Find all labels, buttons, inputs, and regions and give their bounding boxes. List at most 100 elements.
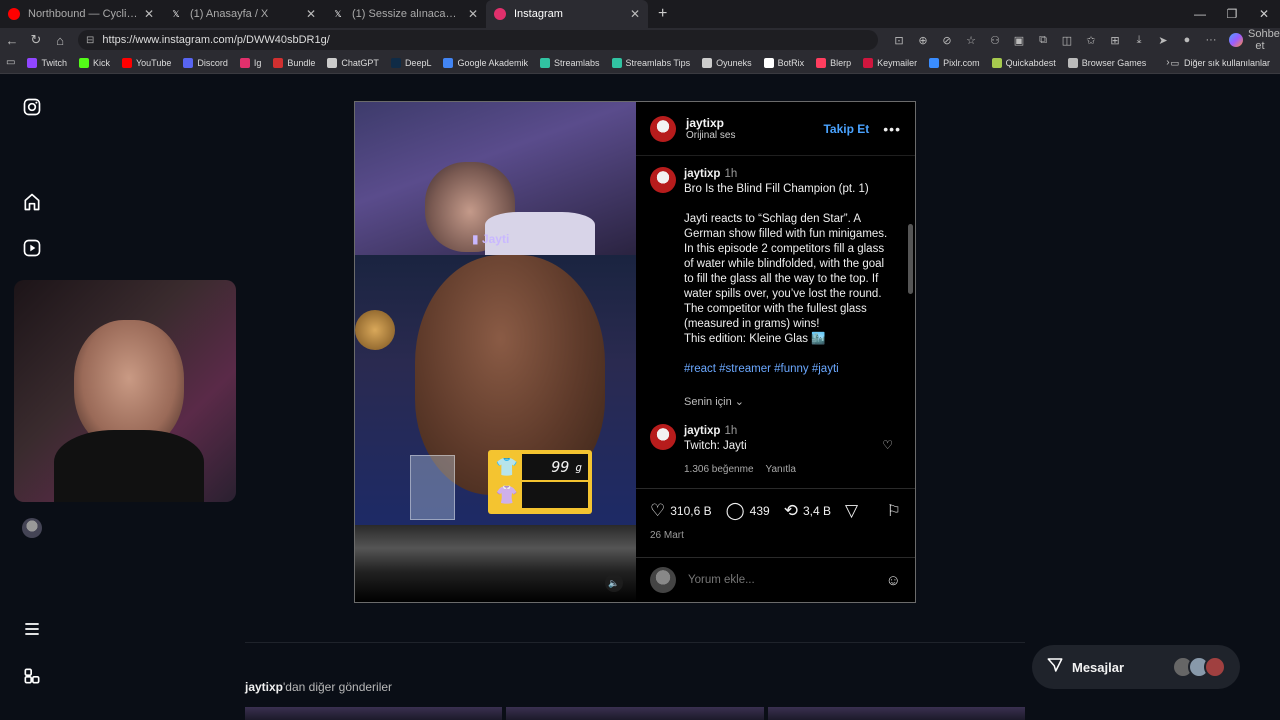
bookmark-item[interactable]: YouTube — [121, 57, 171, 68]
browser-tab[interactable]: Instagram ✕ — [486, 0, 648, 28]
sidebar-toggle-icon[interactable]: ▭ — [6, 57, 15, 68]
share-icon[interactable]: ➤ — [1151, 34, 1175, 47]
post-thumbnail[interactable] — [506, 707, 764, 720]
favorite-star-icon[interactable]: ☆ — [959, 34, 983, 47]
copilot-chat-button[interactable]: Sohbet et — [1229, 28, 1280, 52]
tracking-icon[interactable]: ⊘ — [935, 34, 959, 47]
bookmark-item[interactable]: Discord — [183, 57, 228, 68]
heart-icon: ♡ — [650, 501, 666, 520]
bookmark-item[interactable]: Pixlr.com — [929, 57, 980, 68]
bookmark-item[interactable]: Quickabdest — [991, 57, 1056, 68]
zoom-icon[interactable]: ⊕ — [911, 34, 935, 47]
bookmark-item[interactable]: Streamlabs Tips — [611, 57, 690, 68]
restore-icon[interactable]: ❐ — [1216, 0, 1248, 28]
bookmark-item[interactable]: Twitch — [27, 57, 67, 68]
bookmark-item[interactable]: Bundle — [273, 57, 315, 68]
site-info-icon[interactable]: ⊟ — [86, 35, 94, 46]
more-menu-icon[interactable] — [20, 617, 44, 641]
reels-nav-icon[interactable] — [20, 236, 44, 260]
comment-like-icon[interactable]: ♡ — [882, 438, 893, 452]
close-tab-icon[interactable]: ✕ — [306, 7, 316, 21]
profile-icon[interactable]: ● — [1175, 34, 1199, 46]
home-nav-icon[interactable] — [20, 190, 44, 214]
bookmark-item[interactable]: Kick — [78, 57, 110, 68]
follow-button[interactable]: Takip Et — [823, 122, 869, 136]
emoji-icon[interactable]: ☺ — [886, 572, 901, 589]
bookmark-item[interactable]: Streamlabs — [540, 57, 600, 68]
menu-dots-icon[interactable]: ··· — [1199, 34, 1223, 46]
more-options-icon[interactable]: ••• — [883, 121, 901, 137]
downloads-icon[interactable]: ⤓ — [1127, 34, 1151, 47]
other-bookmarks[interactable]: ▭ Diğer sık kullanılanlar — [1170, 52, 1270, 74]
section-divider — [245, 642, 1025, 643]
post-modal: ▮ Jayti 👕 99 g 👚 🔈 jaytixp Orijinal ses … — [354, 101, 916, 603]
bookmark-item[interactable]: Blerp — [816, 57, 851, 68]
extension-1-icon[interactable]: ▣ — [1007, 34, 1031, 47]
browser-toolbar: ⊡ ⊕ ⊘ ☆ ⚇ ▣ ⧉ ◫ ✩ ⊞ ⤓ ➤ ● ··· Sohbet et — [887, 28, 1280, 52]
bookmark-item[interactable]: Oyuneks — [702, 57, 752, 68]
bookmark-item[interactable]: Ig — [239, 57, 261, 68]
post-thumbnail[interactable] — [767, 707, 1025, 720]
comment-author-avatar[interactable] — [650, 424, 676, 450]
profile-nav-avatar[interactable] — [20, 516, 44, 540]
instagram-logo-icon[interactable] — [20, 95, 44, 119]
caption: jaytixp 1h Bro Is the Blind Fill Champion… — [650, 167, 901, 410]
close-window-icon[interactable]: ✕ — [1248, 0, 1280, 28]
close-tab-icon[interactable]: ✕ — [468, 7, 478, 21]
comment-count: 439 — [749, 504, 770, 518]
messages-button[interactable]: Mesajlar — [1032, 645, 1240, 689]
bookmark-item[interactable]: Browser Games — [1067, 57, 1146, 68]
audio-label[interactable]: Orijinal ses — [686, 130, 735, 141]
screenshot-icon[interactable]: ⊡ — [887, 34, 911, 47]
games-icon[interactable]: ⚇ — [983, 34, 1007, 47]
bookmark-item[interactable]: BotRix — [763, 57, 804, 68]
reel-video[interactable]: ▮ Jayti 👕 99 g 👚 🔈 — [355, 102, 636, 602]
new-tab-button[interactable]: + — [658, 5, 667, 23]
repost-count: 3,4 B — [802, 504, 831, 518]
score-unit: g — [575, 460, 582, 474]
post-thumbnail[interactable] — [245, 707, 503, 720]
like-button[interactable]: ♡ 310,6 B — [650, 501, 712, 521]
author-username[interactable]: jaytixp — [686, 116, 735, 130]
comment-button[interactable]: ◯ 439 — [726, 501, 770, 521]
repost-button[interactable]: ⟲ 3,4 B — [784, 501, 831, 521]
browser-tab[interactable]: Northbound — Cycling 4,000 km ✕ — [0, 0, 162, 28]
back-icon[interactable]: ← — [0, 33, 24, 48]
save-icon[interactable]: ⚐ — [887, 501, 901, 521]
caption-username[interactable]: jaytixp — [684, 168, 720, 180]
extensions-icon[interactable]: ⧉ — [1031, 34, 1055, 47]
bookmark-icon — [121, 57, 132, 68]
browser-tab[interactable]: 𝕏 (1) Anasayfa / X ✕ — [162, 0, 324, 28]
window-controls: — ❐ ✕ — [1184, 0, 1280, 28]
comment-input[interactable]: Yorum ekle... — [688, 574, 755, 586]
caption-hashtags[interactable]: #react #streamer #funny #jayti — [684, 362, 894, 377]
bookmarks-overflow-icon[interactable]: › — [1166, 57, 1169, 68]
for-you-toggle[interactable]: Senin için ⌄ — [684, 395, 894, 410]
url-field[interactable]: ⊟ https://www.instagram.com/p/DWW40sbDR1… — [78, 30, 878, 50]
browser-tab[interactable]: 𝕏 (1) Sessize alınacak kelimeler / X ✕ — [324, 0, 486, 28]
close-tab-icon[interactable]: ✕ — [630, 7, 640, 21]
comment-reply-button[interactable]: Yanıtla — [766, 464, 796, 475]
minimize-icon[interactable]: — — [1184, 0, 1216, 28]
bookmark-icon — [27, 57, 38, 68]
caption-author-avatar[interactable] — [650, 167, 676, 193]
bookmark-icon — [702, 57, 713, 68]
home-icon[interactable]: ⌂ — [48, 33, 72, 48]
comments-scrollbar[interactable] — [908, 224, 913, 294]
reload-icon[interactable]: ↻ — [24, 32, 48, 48]
author-avatar[interactable] — [650, 115, 676, 142]
bookmark-item[interactable]: Google Akademik — [443, 57, 528, 68]
url-text: https://www.instagram.com/p/DWW40sbDR1g/ — [102, 34, 330, 46]
share-button[interactable]: ▽ — [845, 501, 863, 521]
bookmark-item[interactable]: DeepL — [390, 57, 431, 68]
audio-toggle-icon[interactable]: 🔈 — [605, 574, 623, 592]
apps-icon[interactable] — [20, 664, 44, 688]
split-screen-icon[interactable]: ◫ — [1055, 34, 1079, 47]
bookmark-item[interactable]: ChatGPT — [327, 57, 379, 68]
favorites-icon[interactable]: ✩ — [1079, 34, 1103, 47]
close-tab-icon[interactable]: ✕ — [144, 7, 154, 21]
comment-likes[interactable]: 1.306 beğenme — [684, 464, 754, 475]
collections-icon[interactable]: ⊞ — [1103, 34, 1127, 47]
bookmark-item[interactable]: Keymailer — [863, 57, 917, 68]
comment-username[interactable]: jaytixp — [684, 425, 720, 437]
